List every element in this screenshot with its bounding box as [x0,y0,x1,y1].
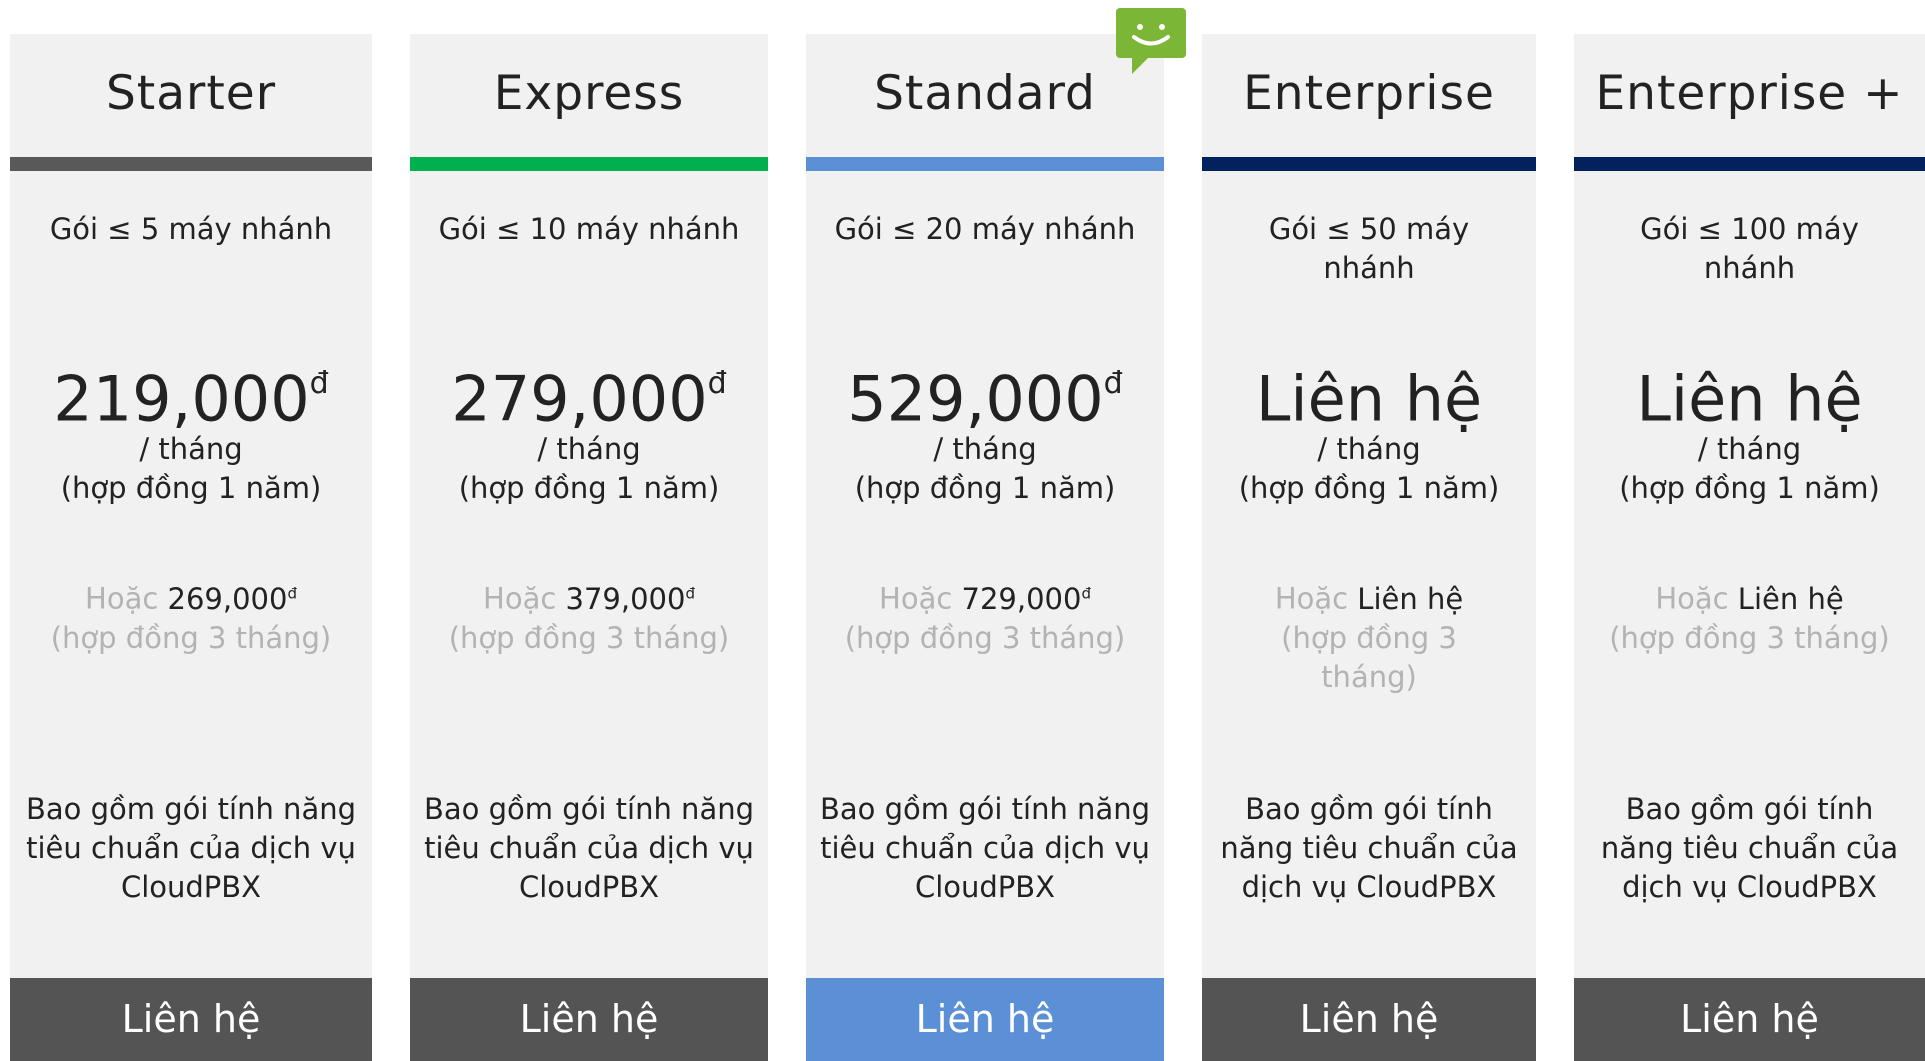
plan-term: (hợp đồng 1 năm) [60,471,322,505]
plan-title: Starter [105,66,277,121]
alt-term: (hợp đồng 3 tháng) [448,620,730,655]
alt-prefix: Hoặc [1274,581,1349,616]
price-amount: 279,000 [451,362,708,436]
alt-prefix: Hoặc [85,581,159,616]
alt-price-amount: Liên hệ [1357,581,1464,616]
plan-extensions: Gói ≤ 100 máy nhánh [1640,212,1859,285]
contact-button[interactable]: Liên hệ [410,978,768,1061]
alt-price-amount: 729,000đ [961,581,1091,616]
plan-card-standard: Standard Gói ≤ 20 máy nhánh 529,000đ / t… [806,34,1164,1061]
plan-accent-bar [1574,157,1925,171]
plan-title: Standard [874,66,1096,121]
plan-price: 279,000đ [410,354,768,436]
plan-period: / tháng [1317,432,1421,466]
contact-button[interactable]: Liên hệ [1202,978,1536,1061]
contact-button[interactable]: Liên hệ [806,978,1164,1061]
contact-button[interactable]: Liên hệ [10,978,372,1061]
price-currency: đ [1103,366,1123,401]
plan-price: Liên hệ [1202,354,1536,436]
plan-card-enterprise: Enterprise Gói ≤ 50 máy nhánh Liên hệ / … [1202,34,1536,1061]
alt-term: (hợp đồng 3 tháng) [1281,620,1457,694]
alt-term: (hợp đồng 3 tháng) [1609,620,1890,655]
plan-accent-bar [10,157,372,171]
plan-price: 219,000đ [10,354,372,436]
chat-smiley-icon[interactable] [1116,8,1186,74]
plan-period: / tháng [139,432,243,466]
plan-card-enterprise-plus: Enterprise + Gói ≤ 100 máy nhánh Liên hệ… [1574,34,1925,1061]
alt-price-amount: 269,000đ [167,581,297,616]
contact-button[interactable]: Liên hệ [1574,978,1925,1061]
plan-price: 529,000đ [806,354,1164,436]
plan-description: Bao gồm gói tính năng tiêu chuẩn của dịc… [1220,792,1518,904]
plan-alt-price: Hoặc Liên hệ (hợp đồng 3 tháng) [1242,574,1496,697]
plan-description: Bao gồm gói tính năng tiêu chuẩn của dịc… [1600,792,1899,904]
plan-period: / tháng [1697,432,1802,466]
alt-price-amount: 379,000đ [565,581,695,616]
plan-period: / tháng [933,432,1037,466]
price-amount: Liên hệ [1255,362,1483,436]
plan-term: (hợp đồng 1 năm) [458,471,720,505]
plan-description: Bao gồm gói tính năng tiêu chuẩn của dịc… [819,792,1151,904]
price-currency: đ [309,366,329,401]
plan-term: (hợp đồng 1 năm) [854,471,1116,505]
plan-alt-price: Hoặc 379,000đ (hợp đồng 3 tháng) [422,574,756,658]
price-amount: 219,000 [53,362,310,436]
plan-card-express: Express Gói ≤ 10 máy nhánh 279,000đ / th… [410,34,768,1061]
plan-extensions: Gói ≤ 20 máy nhánh [834,212,1136,246]
plan-title: Enterprise + [1595,66,1904,121]
price-currency: đ [707,366,727,401]
price-amount: Liên hệ [1636,362,1863,436]
plan-accent-bar [1202,157,1536,171]
plan-term: (hợp đồng 1 năm) [1619,471,1880,505]
plan-accent-bar [806,157,1164,171]
plan-alt-price: Hoặc 729,000đ (hợp đồng 3 tháng) [818,574,1152,658]
alt-term: (hợp đồng 3 tháng) [50,620,332,655]
plan-price: Liên hệ [1574,354,1925,436]
plan-extensions: Gói ≤ 50 máy nhánh [1268,212,1470,285]
plan-extensions: Gói ≤ 5 máy nhánh [49,212,333,246]
alt-term: (hợp đồng 3 tháng) [844,620,1126,655]
plan-title: Express [493,66,685,121]
alt-prefix: Hoặc [483,581,557,616]
plan-term: (hợp đồng 1 năm) [1238,471,1500,505]
plan-description: Bao gồm gói tính năng tiêu chuẩn của dịc… [25,792,357,904]
plan-accent-bar [410,157,768,171]
alt-prefix: Hoặc [1655,581,1729,616]
plan-description: Bao gồm gói tính năng tiêu chuẩn của dịc… [423,792,755,904]
plan-alt-price: Hoặc 269,000đ (hợp đồng 3 tháng) [22,574,360,658]
alt-prefix: Hoặc [879,581,953,616]
plan-card-starter: Starter Gói ≤ 5 máy nhánh 219,000đ / thá… [10,34,372,1061]
plan-extensions: Gói ≤ 10 máy nhánh [438,212,740,246]
plan-alt-price: Hoặc Liên hệ (hợp đồng 3 tháng) [1586,574,1913,658]
alt-price-amount: Liên hệ [1737,581,1844,616]
plan-title: Enterprise [1243,66,1495,121]
plan-period: / tháng [537,432,641,466]
price-amount: 529,000 [847,362,1104,436]
